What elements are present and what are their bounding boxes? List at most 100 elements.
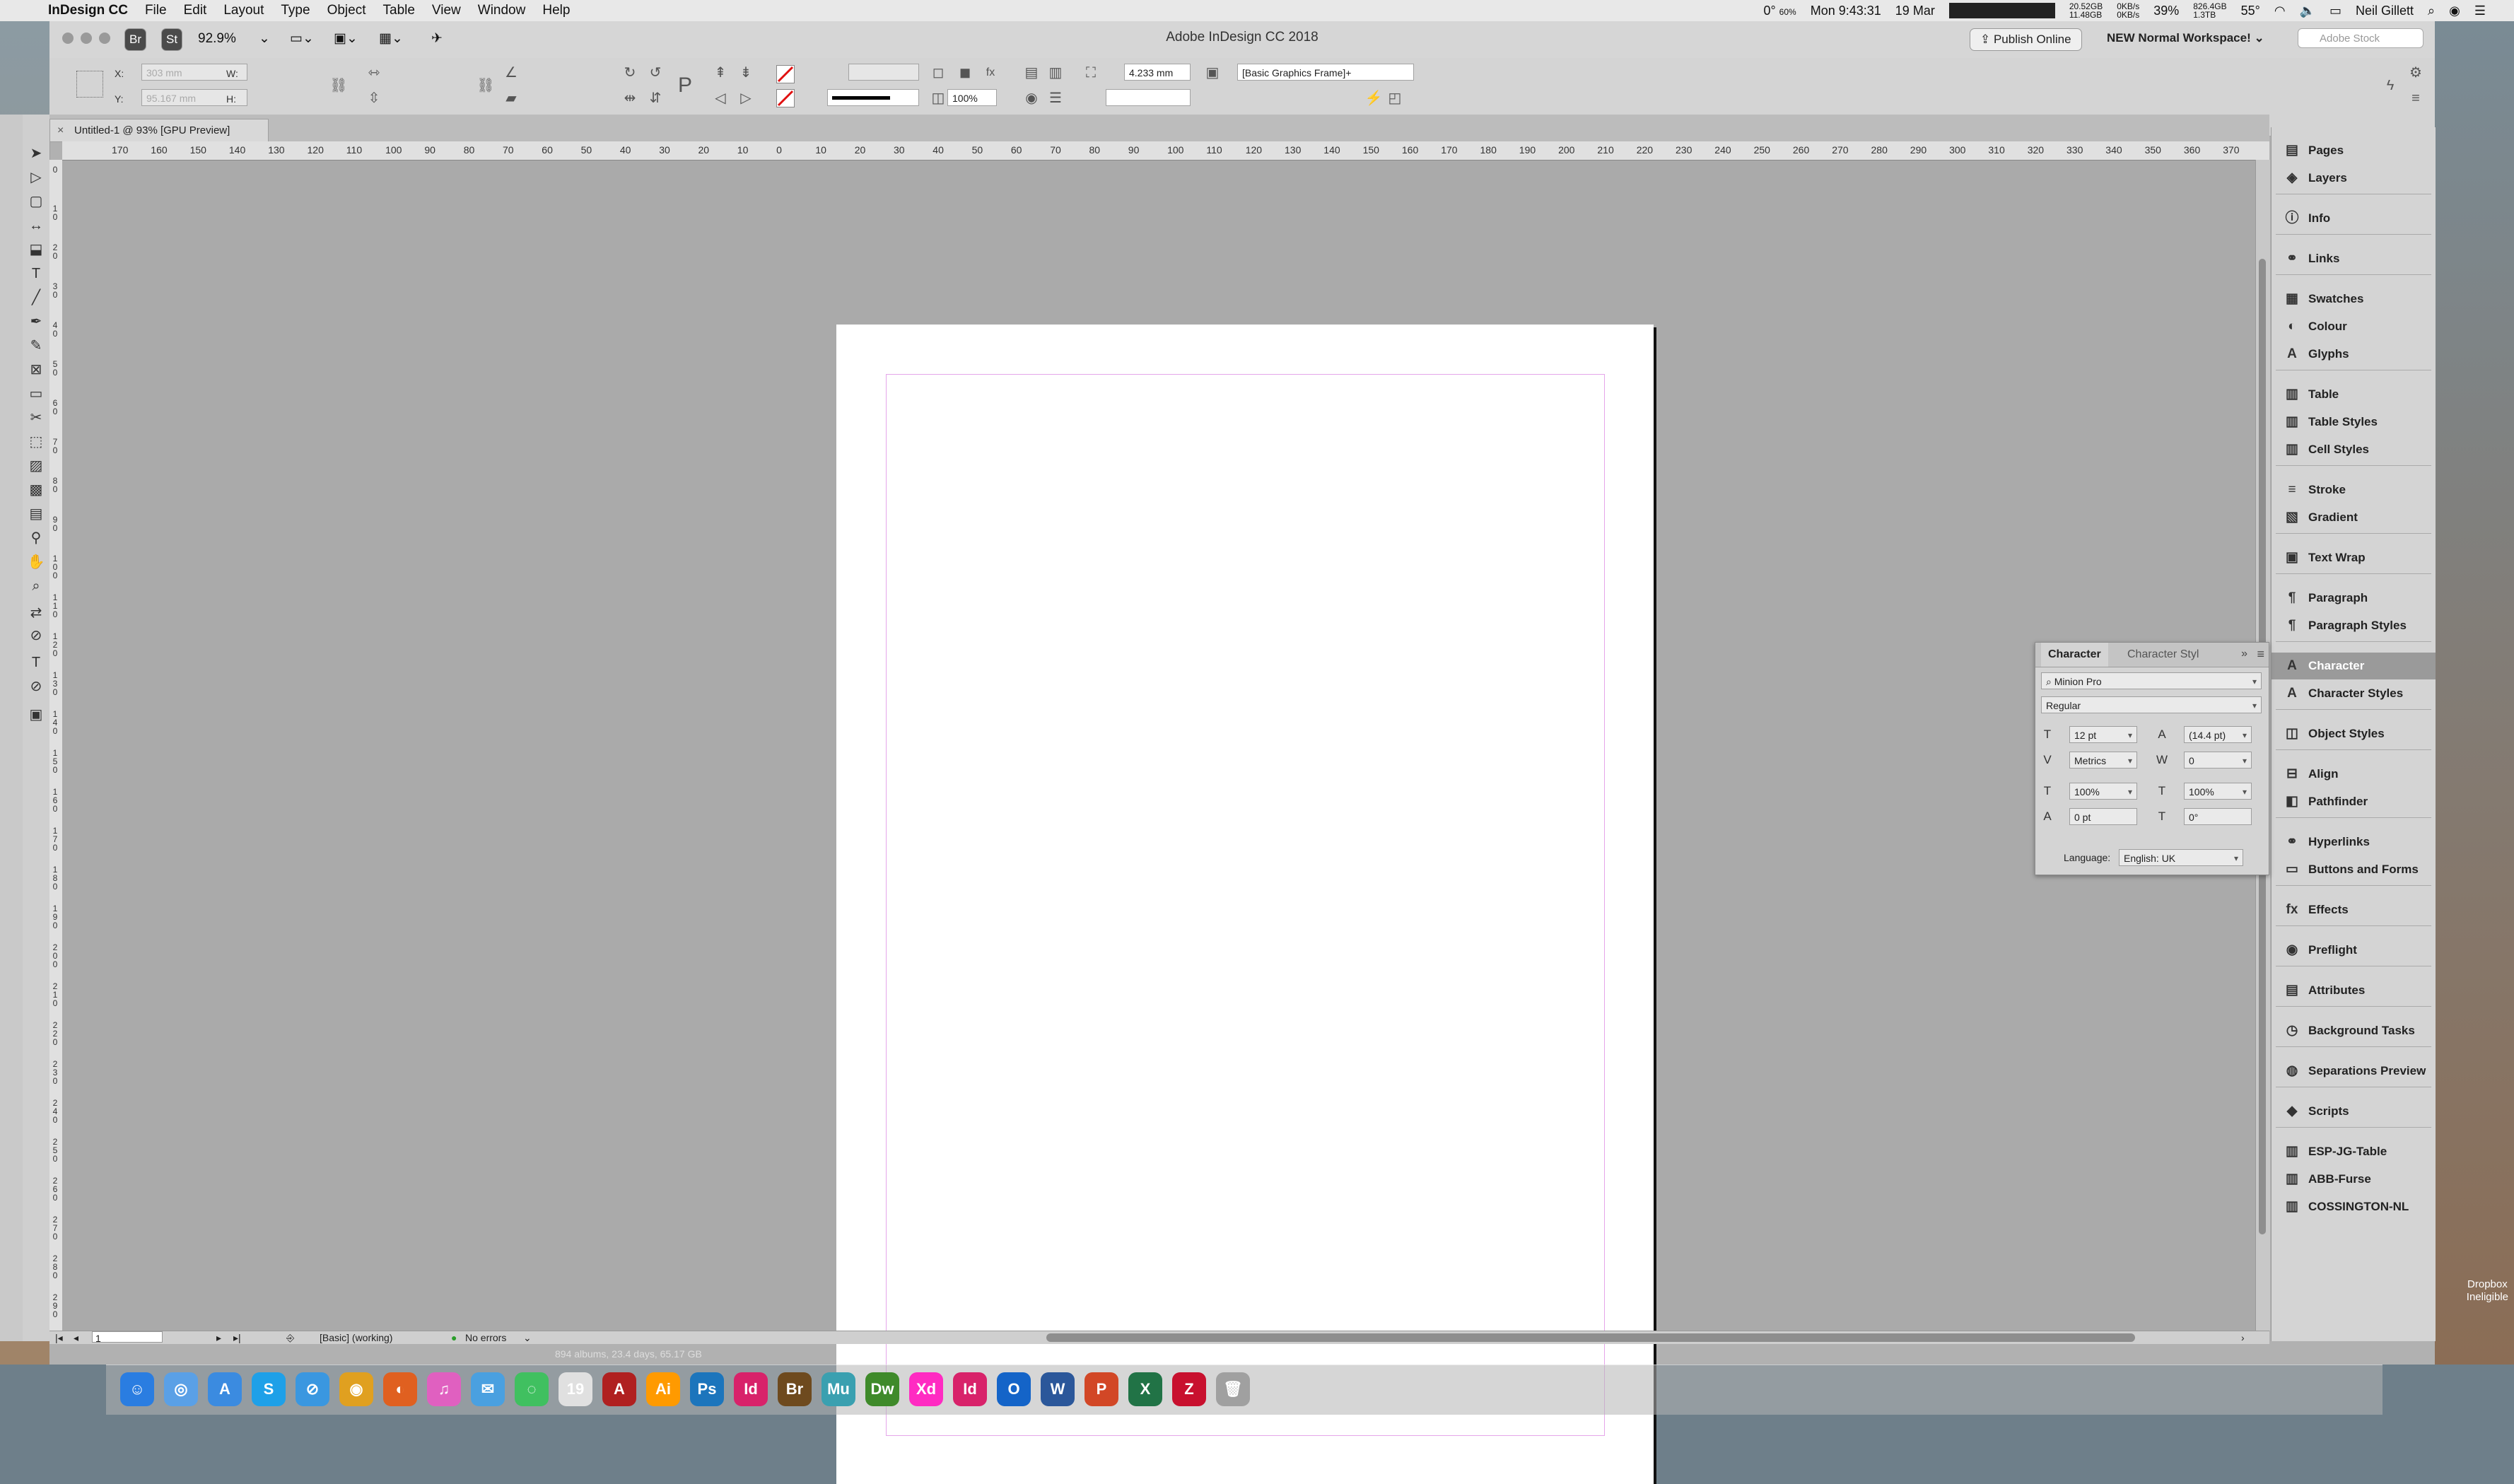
user-name[interactable]: Neil Gillett — [2356, 4, 2414, 18]
text-wrap-none-icon[interactable]: ▤ — [1022, 64, 1041, 82]
dock-chrome-icon[interactable]: ◉ — [339, 1372, 373, 1406]
panel-item-buttons-and-forms[interactable]: ▭ Buttons and Forms — [2272, 856, 2436, 883]
dock-dreamweaver-icon[interactable]: Dw — [865, 1372, 899, 1406]
panel-item-colour[interactable]: ◐ Colour — [2272, 313, 2436, 340]
control-menu-icon[interactable]: ≡ — [2407, 89, 2425, 107]
dock-firefox-icon[interactable]: ◐ — [383, 1372, 417, 1406]
pencil-tool-icon[interactable]: ✎ — [25, 335, 47, 356]
rotate-cw-icon[interactable]: ↻ — [621, 64, 639, 82]
network-stat[interactable]: 0KB/s 0KB/s — [2117, 2, 2139, 19]
dock-outlook-icon[interactable]: O — [997, 1372, 1031, 1406]
select-content-icon[interactable]: ⇟ — [737, 64, 755, 82]
panel-item-links[interactable]: ⚭ Links — [2272, 245, 2436, 272]
panel-item-preflight[interactable]: ◉ Preflight — [2272, 937, 2436, 964]
menu-object[interactable]: Object — [327, 3, 366, 18]
line-tool-icon[interactable]: ╱ — [25, 287, 47, 308]
content-collector-icon[interactable]: ⬓ — [25, 239, 47, 260]
dock-filezilla-icon[interactable]: Z — [1172, 1372, 1206, 1406]
select-previous-icon[interactable]: ◁ — [711, 89, 730, 107]
dock-illustrator-icon[interactable]: Ai — [646, 1372, 680, 1406]
page-number-field[interactable]: 1 — [92, 1331, 163, 1344]
dock-word-icon[interactable]: W — [1041, 1372, 1075, 1406]
page-tool-icon[interactable]: ▢ — [25, 191, 47, 212]
preflight-menu-chevron-icon[interactable]: ⌄ — [523, 1331, 532, 1344]
dock-excel-icon[interactable]: X — [1128, 1372, 1162, 1406]
menu-edit[interactable]: Edit — [184, 3, 207, 18]
close-tab-icon[interactable]: × — [57, 119, 64, 142]
vertical-scale-field[interactable]: 100% ▾ — [2069, 783, 2137, 800]
direct-selection-tool-icon[interactable]: ▷ — [25, 167, 47, 188]
baseline-shift-field[interactable]: 0 pt — [2069, 808, 2137, 825]
weather-temp[interactable]: 0° 60% — [1763, 4, 1796, 18]
panel-item-background-tasks[interactable]: ◷ Background Tasks — [2272, 1017, 2436, 1044]
previous-page-icon[interactable]: ◂ — [74, 1331, 78, 1344]
rotation-angle-icon[interactable]: ∠ — [502, 64, 520, 82]
constrain-scale-icon[interactable]: ⛓ — [477, 76, 495, 95]
dock-skype-icon[interactable]: S — [252, 1372, 286, 1406]
vertical-ruler[interactable]: 0 10 20 30 40 50 60 70 80 90 100 110 120 130 140 150 160… — [49, 160, 63, 1333]
gap-tool-icon[interactable]: ↔ — [25, 215, 47, 236]
scissors-tool-icon[interactable]: ✂ — [25, 407, 47, 428]
leading-field[interactable]: (14.4 pt) ▾ — [2184, 726, 2252, 743]
panel-item-gradient[interactable]: ▧ Gradient — [2272, 504, 2436, 531]
preflight-errors[interactable]: No errors — [465, 1331, 506, 1344]
free-transform-tool-icon[interactable]: ⬚ — [25, 431, 47, 452]
cpu-graph[interactable] — [1948, 3, 2055, 18]
panel-item-cell-styles[interactable]: ▥ Cell Styles — [2272, 436, 2436, 463]
quick-apply-icon[interactable]: ⚡ — [1364, 89, 1383, 107]
text-wrap-bbox-icon[interactable]: ▥ — [1046, 64, 1065, 82]
menu-layout[interactable]: Layout — [223, 3, 264, 18]
workspace-switcher[interactable]: NEW Normal Workspace! ⌄ — [2107, 31, 2264, 45]
panel-item-layers[interactable]: ◈ Layers — [2272, 165, 2436, 192]
tab-character-styles[interactable]: Character Styl — [2127, 643, 2199, 667]
flip-vertical-icon[interactable]: ⇵ — [646, 89, 665, 107]
dock-indesign-icon[interactable]: Id — [734, 1372, 768, 1406]
rectangle-frame-tool-icon[interactable]: ⊠ — [25, 359, 47, 380]
dock-indesign-2-icon[interactable]: Id — [953, 1372, 987, 1406]
calendar-date[interactable]: 19 Mar — [1895, 4, 1935, 18]
constrain-proportions-icon[interactable]: ⛓ — [329, 76, 348, 95]
default-fill-stroke-icon[interactable]: ⇄ — [25, 602, 47, 624]
font-family-field[interactable]: ⌕ Minion Pro ▾ — [2041, 672, 2262, 689]
reference-point-icon[interactable] — [76, 71, 103, 98]
dock-xd-icon[interactable]: Xd — [909, 1372, 943, 1406]
wifi-icon[interactable]: ◠ — [2274, 4, 2286, 18]
panel-item-scripts[interactable]: ◆ Scripts — [2272, 1098, 2436, 1125]
shear-angle-icon[interactable]: ▰ — [502, 89, 520, 107]
effects-fx-icon[interactable]: fx — [981, 64, 1000, 82]
notification-center-icon[interactable]: ☰ — [2474, 4, 2486, 18]
gradient-swatch-tool-icon[interactable]: ▨ — [25, 455, 47, 477]
panel-item-object-styles[interactable]: ◫ Object Styles — [2272, 720, 2436, 747]
language-dropdown[interactable]: English: UK ▾ — [2119, 849, 2243, 866]
panel-item-table-styles[interactable]: ▥ Table Styles — [2272, 409, 2436, 436]
publish-online-button[interactable]: ⇪ Publish Online — [1970, 28, 2082, 51]
panel-item-effects[interactable]: fx Effects — [2272, 896, 2436, 923]
panel-item-cossington-nl[interactable]: ▥ COSSINGTON-NL — [2272, 1193, 2436, 1220]
adobe-stock-search-input[interactable]: Adobe Stock — [2298, 28, 2424, 48]
panel-item-align[interactable]: ⊟ Align — [2272, 761, 2436, 788]
lightning-icon[interactable]: ϟ — [2381, 76, 2399, 95]
stroke-weight-dropdown[interactable] — [848, 64, 919, 81]
corner-options-icon[interactable]: ⛶ — [1082, 64, 1100, 82]
gradient-feather-tool-icon[interactable]: ▩ — [25, 479, 47, 501]
note-tool-icon[interactable]: ▤ — [25, 503, 47, 525]
menu-file[interactable]: File — [145, 3, 167, 18]
disk-stat[interactable]: 826.4GB 1.3TB — [2193, 2, 2226, 19]
formatting-affects-icon[interactable]: T — [25, 652, 47, 673]
volume-icon[interactable]: 🔈 — [2300, 4, 2315, 18]
menu-table[interactable]: Table — [383, 3, 415, 18]
panel-item-separations-preview[interactable]: ◍ Separations Preview — [2272, 1058, 2436, 1085]
menu-app-name[interactable]: InDesign CC — [48, 3, 128, 18]
panel-item-text-wrap[interactable]: ▣ Text Wrap — [2272, 544, 2436, 571]
flip-horizontal-icon[interactable]: ⇹ — [621, 89, 639, 107]
panel-item-paragraph-styles[interactable]: ¶ Paragraph Styles — [2272, 612, 2436, 639]
cpu-temp[interactable]: 55° — [2241, 4, 2260, 18]
fill-swatch[interactable] — [776, 65, 795, 83]
fill-stroke-swatch-icon[interactable]: ⊘ — [25, 625, 47, 646]
object-style-dropdown[interactable]: [Basic Graphics Frame]+ — [1237, 64, 1414, 81]
panel-item-pathfinder[interactable]: ◧ Pathfinder — [2272, 788, 2436, 815]
opacity-field[interactable]: 100% — [947, 89, 997, 106]
panel-item-stroke[interactable]: ≡ Stroke — [2272, 477, 2436, 503]
rectangle-tool-icon[interactable]: ▭ — [25, 383, 47, 404]
panel-menu-icon[interactable]: ≡ — [2257, 647, 2264, 662]
